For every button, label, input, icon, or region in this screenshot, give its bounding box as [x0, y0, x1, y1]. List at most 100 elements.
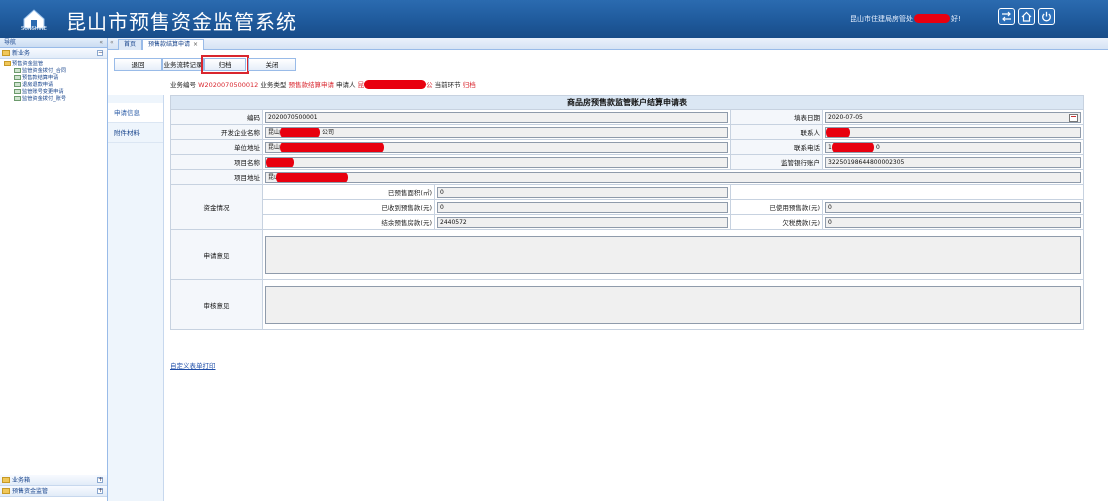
phone-field[interactable]: 1 0: [825, 141, 1081, 153]
balance-field[interactable]: 2440572: [437, 216, 728, 228]
return-button[interactable]: 退回: [114, 58, 162, 71]
inner-tab-application-info[interactable]: 申请信息: [108, 103, 163, 123]
nav-collapse-button[interactable]: «: [99, 38, 103, 48]
fill-date-field[interactable]: 2020-07-05: [825, 111, 1081, 123]
archive-button[interactable]: 归档: [201, 55, 249, 74]
group-toggle-icon[interactable]: +: [97, 488, 103, 494]
folder-icon: [2, 50, 10, 56]
tab-home[interactable]: 首页: [118, 39, 143, 50]
nav-group-new-business[interactable]: 新业务 −: [0, 48, 107, 59]
group-toggle-icon[interactable]: +: [97, 477, 103, 483]
custom-form-print-link[interactable]: 自定义表单打印: [170, 360, 216, 370]
used-field[interactable]: 0: [825, 201, 1081, 213]
sold-area-field[interactable]: 0: [437, 186, 728, 198]
biz-type-value: 预售款结算申请: [288, 81, 334, 89]
tab-scroll-left-icon[interactable]: «: [110, 39, 114, 46]
tree-item-label: 预售款结算申请: [22, 75, 59, 81]
form-icon: [14, 89, 21, 94]
received-field[interactable]: 0: [437, 201, 728, 213]
apply-opinion-label: 申请意见: [170, 229, 263, 280]
review-opinion-textarea[interactable]: [265, 285, 1081, 324]
redacted-username: [914, 14, 950, 23]
workflow-history-button[interactable]: 业务流转记录: [162, 58, 204, 71]
switch-icon: [1002, 11, 1011, 22]
tab-label: 预售款结算申请: [148, 41, 191, 48]
redacted-company: [280, 127, 320, 137]
redacted-project-address: [276, 172, 348, 182]
welcome-prefix: 昆山市住建局房管处: [850, 15, 913, 23]
inner-sidebar: 申请信息 附件材料: [108, 95, 164, 501]
address-prefix: 昆山: [268, 143, 281, 151]
project-name-label: 项目名称: [170, 154, 263, 170]
apply-opinion-textarea[interactable]: [265, 235, 1081, 274]
nav-group-label: 业务箱: [12, 477, 31, 484]
biz-type-label: 业务类型: [260, 81, 287, 89]
tree-item-settlement-application[interactable]: 预售款结算申请: [0, 75, 107, 82]
tree-item-account-change[interactable]: 监管账号变更申请: [0, 89, 107, 96]
tree-item-refund-application[interactable]: 退房退款申请: [0, 82, 107, 89]
biz-no-label: 业务编号: [170, 81, 196, 89]
tab-strip: « 首页 预售款结算申请 ×: [108, 38, 1108, 50]
balance-label: 结余预售房款(元): [262, 214, 435, 230]
company-label: 开发企业名称: [170, 124, 263, 140]
app-logo: SUNSHINE: [18, 6, 50, 34]
code-field[interactable]: 2020070500001: [265, 111, 728, 123]
biz-no-value: W2020070500012: [198, 81, 259, 89]
form-icon: [14, 82, 21, 87]
calendar-icon[interactable]: [1069, 113, 1078, 122]
redacted-project-name: [266, 157, 294, 167]
project-address-field[interactable]: 昆山: [265, 171, 1081, 183]
nav-group-label: 新业务: [12, 50, 31, 57]
funds-label: 资金情况: [170, 184, 263, 230]
tree-item-label: 退房退款申请: [22, 82, 54, 88]
owed-tax-field[interactable]: 0: [825, 216, 1081, 228]
tab-label: 首页: [124, 41, 137, 48]
sold-area-label: 已预售面积(㎡): [262, 184, 435, 200]
contact-field[interactable]: [825, 126, 1081, 138]
logo-text: SUNSHINE: [21, 26, 47, 32]
nav-group-presale-funds[interactable]: 预售资金监管 +: [0, 486, 107, 497]
tree-item-fund-disburse-contract[interactable]: 监管资金拨付_合同: [0, 68, 107, 75]
stage-value: 归档: [462, 81, 476, 89]
nav-group-business-box[interactable]: 业务箱 +: [0, 475, 107, 486]
applicant-suffix: 公: [426, 81, 433, 89]
fill-date-value: 2020-07-05: [828, 113, 863, 121]
switch-button[interactable]: [998, 8, 1015, 25]
welcome-message: 昆山市住建局房管处 好!: [850, 14, 961, 24]
address-field[interactable]: 昆山: [265, 141, 728, 153]
phone-label: 联系电话: [730, 139, 823, 155]
tab-close-icon[interactable]: ×: [193, 41, 198, 48]
project-name-field[interactable]: [265, 156, 728, 168]
action-toolbar: 退回 业务流转记录 归档 关闭: [108, 55, 1108, 74]
tab-settlement-application[interactable]: 预售款结算申请 ×: [142, 39, 205, 50]
close-button[interactable]: 关闭: [248, 58, 296, 71]
inner-tab-attachments[interactable]: 附件材料: [108, 123, 163, 143]
tree-item-label: 监管资金拨付_账号: [22, 96, 67, 102]
power-button[interactable]: [1038, 8, 1055, 25]
form-icon: [14, 96, 21, 101]
nav-bottom-groups: 业务箱 + 预售资金监管 +: [0, 475, 107, 497]
address-label: 单位地址: [170, 139, 263, 155]
phone-suffix: 0: [876, 143, 880, 151]
project-address-label: 项目地址: [170, 169, 263, 185]
business-info-line: 业务编号 W2020070500012 业务类型 预售款结算申请 申请人 昆公 …: [170, 79, 476, 89]
bank-account-label: 监管银行账户: [730, 154, 823, 170]
home-button[interactable]: [1018, 8, 1035, 25]
form-icon: [14, 75, 21, 80]
folder-icon: [2, 477, 10, 483]
owed-tax-label: 欠税费款(元): [730, 214, 823, 230]
redacted-address: [280, 142, 384, 152]
group-toggle-icon[interactable]: −: [97, 50, 103, 56]
applicant-label: 申请人: [336, 81, 356, 89]
tree-item-label: 监管资金拨付_合同: [22, 68, 67, 74]
nav-header: 导航 «: [0, 38, 107, 48]
nav-group-label: 预售资金监管: [12, 488, 49, 495]
folder-icon: [2, 488, 10, 494]
contact-label: 联系人: [730, 124, 823, 140]
form-icon: [14, 68, 21, 73]
tree-item-fund-disburse-account[interactable]: 监管资金拨付_账号: [0, 96, 107, 103]
tree-root-label: 预售资金监管: [12, 61, 44, 67]
bank-account-field[interactable]: 32250198644800002305: [825, 156, 1081, 168]
tree-root-presale-funds[interactable]: 预售资金监管: [0, 61, 107, 68]
company-field[interactable]: 昆山 公司: [265, 126, 728, 138]
